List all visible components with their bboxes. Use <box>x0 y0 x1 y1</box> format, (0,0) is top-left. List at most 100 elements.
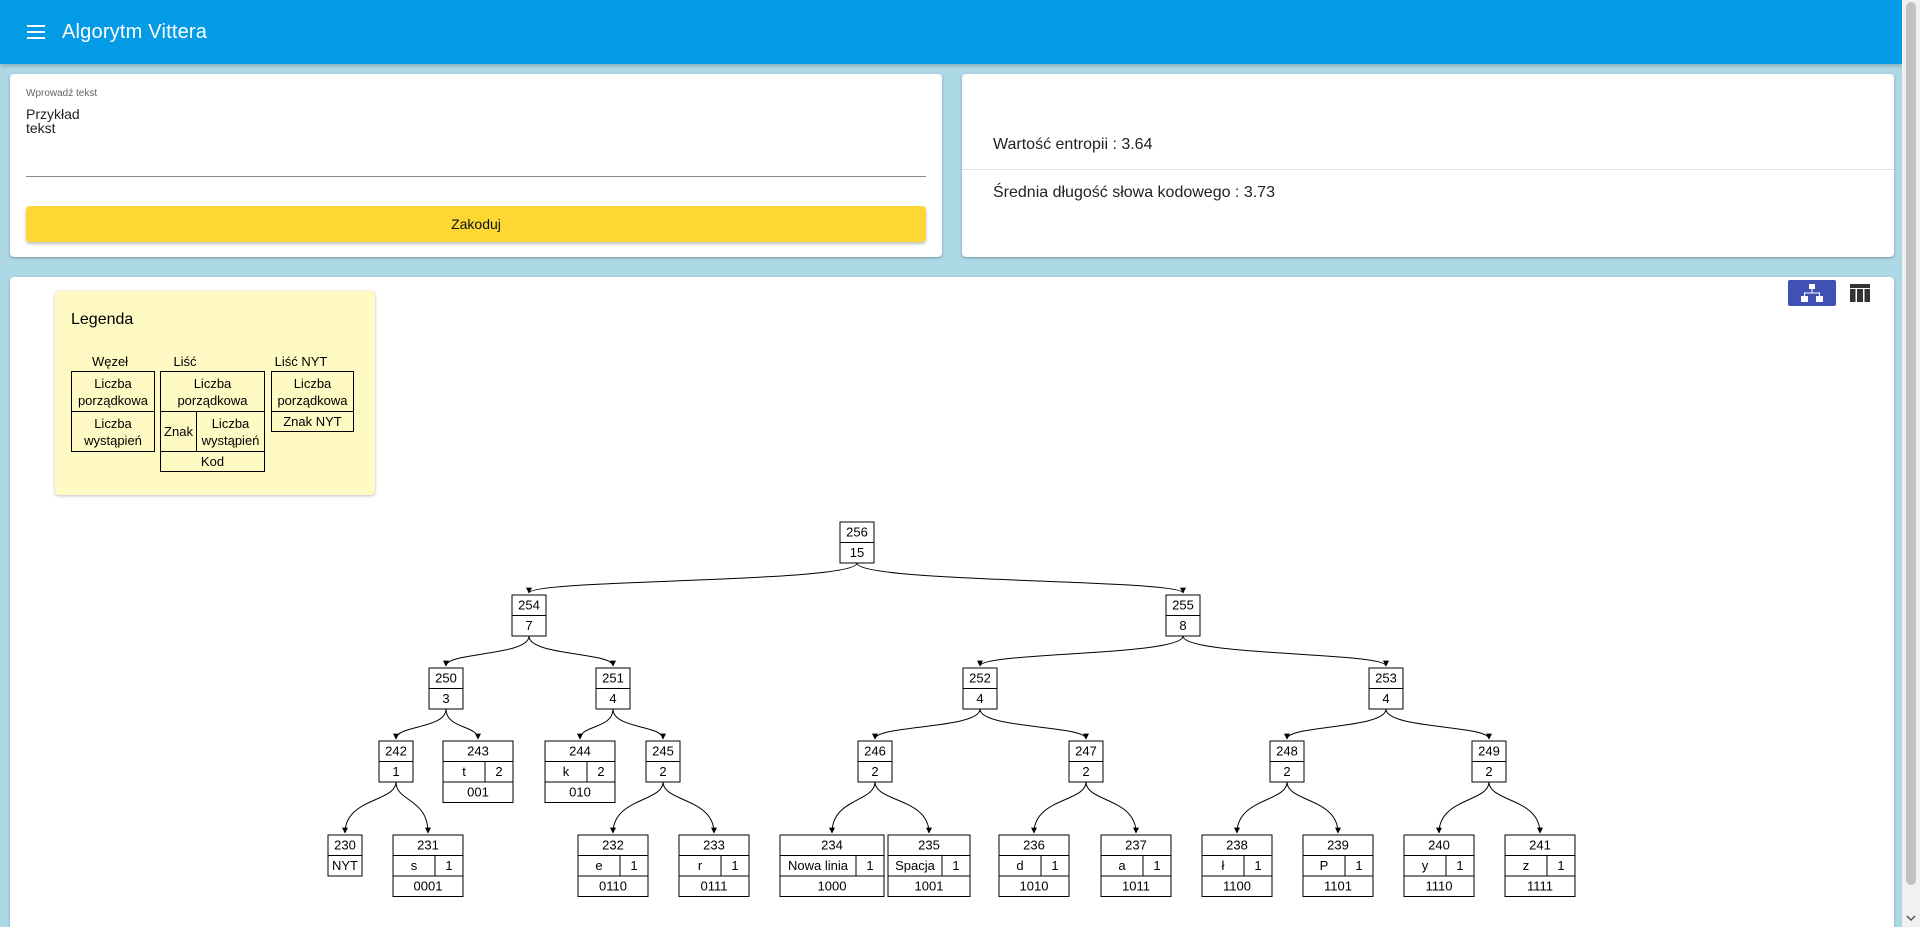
tree-edge <box>445 708 481 740</box>
leaf-order-number: 233 <box>703 838 725 853</box>
tree-edge <box>443 635 530 667</box>
leaf-symbol: Nowa linia <box>788 858 849 873</box>
tree-edge <box>1488 781 1543 834</box>
node-order-number: 252 <box>969 671 991 686</box>
node-weight: 4 <box>1382 691 1389 706</box>
node-weight: 4 <box>976 691 983 706</box>
tree-edge <box>393 708 447 740</box>
tree-node-248: 2482 <box>1269 740 1305 783</box>
leaf-weight: 1 <box>1355 858 1362 873</box>
leaf-code: 0110 <box>599 879 627 894</box>
avg-code-length: Średnia długość słowa kodowego : 3.73 <box>993 184 1275 201</box>
tree-edge <box>872 708 981 740</box>
tree-node-242: 2421 <box>378 740 414 783</box>
leaf-symbol: e <box>595 858 602 873</box>
tree-edge <box>874 781 932 834</box>
node-weight: 2 <box>1485 764 1492 779</box>
node-weight: 4 <box>609 691 616 706</box>
node-weight: 1 <box>392 764 399 779</box>
leaf-code: 1010 <box>1020 879 1049 894</box>
tree-node-240: 240 y 11110 <box>1403 834 1475 897</box>
leaf-code: 1111 <box>1527 879 1553 894</box>
tree-edge <box>1385 708 1492 740</box>
leaf-symbol: s <box>411 858 418 873</box>
tree-node-234: 234 Nowa linia 1 1000 <box>779 834 885 897</box>
leaf-order-number: 241 <box>1529 838 1551 853</box>
node-weight: 3 <box>442 691 449 706</box>
leaf-order-number: 240 <box>1428 838 1450 853</box>
leaf-code: 1011 <box>1122 879 1150 894</box>
menu-icon <box>27 25 45 39</box>
leaf-order-number: 239 <box>1327 838 1349 853</box>
tree-node-235: 235 Spacja 1 1001 <box>887 834 971 897</box>
leaf-weight: 1 <box>630 858 637 873</box>
page-scrollbar[interactable] <box>1902 0 1920 927</box>
tree-edge <box>1436 781 1490 834</box>
node-order-number: 248 <box>1276 744 1298 759</box>
node-order-number: 242 <box>385 744 407 759</box>
vitter-tree: 256152547255825032514252425342421243t 200… <box>327 521 1576 897</box>
leaf-symbol: y <box>1422 858 1429 873</box>
tree-edge <box>526 562 858 594</box>
tree-edge <box>1284 708 1387 740</box>
scroll-down-arrow[interactable] <box>1905 913 1917 923</box>
scrollbar-thumb[interactable] <box>1906 2 1916 885</box>
tree-edge <box>1286 781 1341 834</box>
node-weight: 15 <box>850 545 864 560</box>
node-order-number: 254 <box>518 598 540 613</box>
tree-edge <box>1234 781 1288 834</box>
tree-node-250: 2503 <box>428 667 464 710</box>
encode-button[interactable]: Zakoduj <box>26 206 926 242</box>
entropy-value: Wartość entropii : 3.64 <box>993 136 1153 153</box>
leaf-weight: 1 <box>731 858 738 873</box>
tree-node-254: 2547 <box>511 594 547 637</box>
node-order-number: 255 <box>1172 598 1194 613</box>
leaf-order-number: 234 <box>821 838 843 853</box>
leaf-weight: 1 <box>1557 858 1564 873</box>
tree-node-239: 239 P 11101 <box>1302 834 1374 897</box>
leaf-symbol: k <box>563 764 570 779</box>
leaf-order-number: 238 <box>1226 838 1248 853</box>
tree-node-244: 244 k 2 010 <box>544 740 616 803</box>
tree-edge <box>610 781 664 834</box>
leaf-code: 1000 <box>818 879 847 894</box>
tree-edge <box>856 562 1186 594</box>
tree-edge <box>612 708 666 740</box>
leaf-code: 0111 <box>701 879 728 894</box>
leaf-code: 1100 <box>1223 879 1251 894</box>
tree-node-247: 2472 <box>1068 740 1104 783</box>
leaf-weight: 2 <box>597 764 604 779</box>
chevron-down-icon <box>1906 915 1916 921</box>
tree-edge <box>977 635 1184 667</box>
text-input-label: Wprowadź tekst <box>26 88 98 99</box>
tree-node-246: 2462 <box>857 740 893 783</box>
node-order-number: 251 <box>602 671 624 686</box>
leaf-symbol: t <box>462 764 466 779</box>
leaf-weight: 1 <box>1456 858 1463 873</box>
leaf-code: 010 <box>569 785 591 800</box>
app-bar: Algorytm Vittera <box>0 0 1902 64</box>
tree-node-255: 2558 <box>1165 594 1201 637</box>
menu-button[interactable] <box>24 20 48 44</box>
leaf-order-number: 236 <box>1023 838 1045 853</box>
node-weight: 2 <box>659 764 666 779</box>
leaf-symbol: r <box>698 858 703 873</box>
node-order-number: 250 <box>435 671 457 686</box>
leaf-weight: 1 <box>1051 858 1058 873</box>
tree-node-245: 2452 <box>645 740 681 783</box>
tree-node-243: 243t 2 001 <box>442 740 514 803</box>
tree-node-233: 233r 10111 <box>678 834 750 897</box>
stats-card: Wartość entropii : 3.64 Średnia długość … <box>962 74 1894 257</box>
leaf-weight: 2 <box>495 764 502 779</box>
stats-divider <box>962 169 1894 170</box>
node-order-number: 247 <box>1075 744 1097 759</box>
tree-edge <box>1031 781 1087 834</box>
text-input[interactable] <box>26 107 926 177</box>
tree-edge <box>342 781 397 834</box>
nyt-order-number: 230 <box>334 838 356 853</box>
input-card: Wprowadź tekst Zakoduj <box>10 74 942 257</box>
tree-node-232: 232e 10110 <box>577 834 649 897</box>
tree-edge <box>395 781 431 834</box>
leaf-symbol: z <box>1523 858 1530 873</box>
leaf-symbol: d <box>1016 858 1023 873</box>
